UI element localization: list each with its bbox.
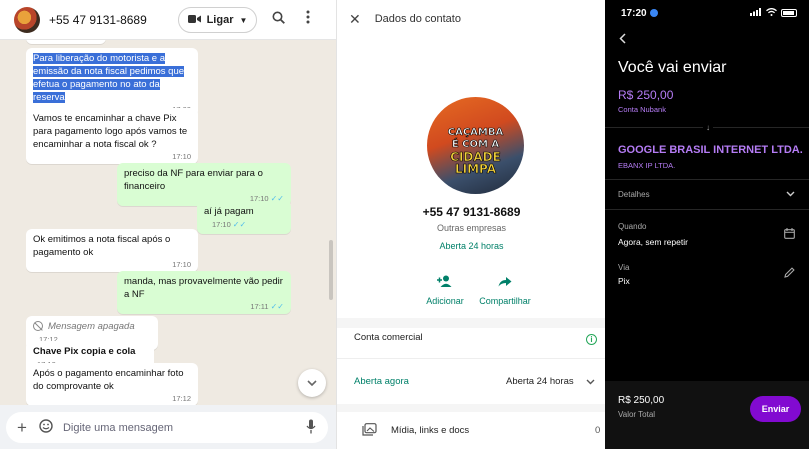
divider: [605, 179, 809, 180]
contact-header: ✕ Dados do contato: [337, 0, 605, 38]
message-bubble[interactable]: preciso da NF para enviar para o finance…: [117, 163, 291, 206]
video-camera-icon: [187, 14, 201, 27]
when-label: Quando: [618, 222, 647, 231]
read-receipt-icon: ✓✓: [270, 302, 284, 311]
row-divider: [337, 358, 605, 359]
total-amount: R$ 250,00: [618, 395, 665, 406]
recipient-name: GOOGLE BRASIL INTERNET LTDA.: [618, 144, 803, 156]
status-bar: 17:20: [621, 8, 658, 19]
calendar-icon[interactable]: [784, 228, 795, 242]
open-now-label: Aberta agora: [354, 376, 409, 387]
edit-pencil-icon[interactable]: [784, 267, 795, 281]
location-icon: [649, 9, 658, 18]
read-receipt-icon: ✓✓: [232, 220, 247, 229]
recipient-institution: EBANX IP LTDA.: [618, 161, 676, 170]
message-text: Vamos te encaminhar a chave Pix para pag…: [33, 113, 188, 150]
share-icon: [470, 274, 540, 290]
screen: +55 47 9131-8689 Ligar ▼ 17:09 Para libe…: [0, 0, 809, 449]
more-options-icon[interactable]: [306, 10, 310, 28]
media-icon: [362, 423, 377, 439]
contact-category: Outras empresas: [436, 223, 507, 233]
search-icon[interactable]: [272, 11, 285, 28]
message-text: Para liberação do motorista e a emissão …: [33, 53, 185, 103]
chat-panel: +55 47 9131-8689 Ligar ▼ 17:09 Para libe…: [0, 0, 336, 449]
scrollbar[interactable]: [329, 240, 333, 300]
message-text: Mensagem apagada: [48, 321, 135, 332]
section-divider: [337, 404, 605, 412]
emoji-icon[interactable]: [39, 419, 53, 436]
call-button[interactable]: Ligar ▼: [178, 7, 257, 33]
message-bubble[interactable]: manda, mas provavelmente vão pedir a NF …: [117, 271, 291, 314]
info-icon[interactable]: i: [586, 334, 597, 345]
message-bubble[interactable]: Após o pagamento encaminhar foto do comp…: [26, 363, 198, 406]
message-time: 17:10: [172, 152, 191, 161]
via-label: Via: [618, 263, 630, 272]
via-value[interactable]: Pix: [618, 276, 630, 286]
message-text: aí já pagam: [204, 206, 254, 217]
message-time: 17:10 ✓✓: [212, 220, 247, 229]
logo-text: LIMPA: [454, 162, 497, 176]
call-label: Ligar: [206, 14, 234, 26]
divider: [605, 209, 809, 210]
chevron-down-icon: [586, 377, 595, 388]
message-time: 17:11 ✓✓: [250, 302, 284, 311]
close-icon[interactable]: ✕: [349, 11, 361, 28]
deleted-icon: [33, 321, 43, 331]
chevron-down-icon[interactable]: [786, 188, 795, 200]
compose-field[interactable]: + Digite uma mensagem: [6, 412, 328, 443]
profile-photo[interactable]: CAÇAMBA É COM A CIDADE LIMPA: [427, 97, 524, 194]
message-text: manda, mas provavelmente vão pedir a NF: [124, 276, 283, 300]
message-bubble[interactable]: Vamos te encaminhar a chave Pix para pag…: [26, 108, 198, 164]
when-value[interactable]: Agora, sem repetir: [618, 237, 688, 247]
battery-icon: [781, 9, 797, 17]
business-account-label: Conta comercial: [354, 332, 423, 343]
message-bubble[interactable]: Ok emitimos a nota fiscal após o pagamen…: [26, 229, 198, 272]
signal-icon: [750, 8, 762, 18]
share-button[interactable]: Compartilhar: [470, 274, 540, 306]
message-input[interactable]: Digite uma mensagem: [63, 422, 306, 434]
message-time: 17:10: [172, 260, 191, 269]
send-button[interactable]: Enviar: [750, 396, 801, 422]
chat-header: +55 47 9131-8689 Ligar ▼: [0, 0, 336, 40]
contact-panel: ✕ Dados do contato CAÇAMBA É COM A CIDAD…: [336, 0, 605, 449]
message-text: Chave Pix copia e cola: [33, 346, 136, 357]
status-time: 17:20: [621, 8, 647, 19]
chat-contact-name[interactable]: +55 47 9131-8689: [49, 13, 147, 27]
transfer-heading: Você vai enviar: [618, 59, 727, 76]
message-text: Após o pagamento encaminhar foto do comp…: [33, 368, 184, 392]
contact-phone: +55 47 9131-8689: [422, 205, 521, 219]
message-text: Ok emitimos a nota fiscal após o pagamen…: [33, 234, 171, 258]
chevron-down-icon: [307, 377, 317, 389]
message-bubble[interactable]: aí já pagam 17:10 ✓✓: [197, 201, 291, 234]
arrow-down-icon: ↓: [703, 123, 713, 132]
message-bubble[interactable]: Para liberação do motorista e a emissão …: [26, 48, 198, 117]
contact-hours: Aberta 24 horas: [439, 241, 504, 251]
media-count: 0: [595, 425, 601, 436]
logo-text: CAÇAMBA: [447, 127, 504, 139]
total-label: Valor Total: [618, 410, 656, 419]
source-account: Conta Nubank: [618, 105, 666, 114]
wifi-icon: [766, 8, 777, 18]
transfer-amount: R$ 250,00: [618, 88, 674, 102]
message-time: 17:12: [172, 394, 191, 403]
open-hours-value: Aberta 24 horas: [506, 376, 574, 387]
message-text: preciso da NF para enviar para o finance…: [124, 168, 263, 192]
section-divider: [337, 318, 605, 328]
share-label: Compartilhar: [479, 296, 531, 306]
chevron-down-icon: ▼: [239, 15, 248, 25]
plus-icon[interactable]: +: [17, 418, 27, 438]
microphone-icon[interactable]: [306, 419, 316, 437]
contact-panel-title: Dados do contato: [374, 13, 461, 25]
media-links-docs-label: Mídia, links e docs: [391, 425, 470, 436]
avatar[interactable]: [14, 6, 40, 33]
status-icons: [750, 8, 797, 18]
nubank-panel: 17:20 Você vai enviar R$ 250,00 Conta Nu…: [605, 0, 809, 449]
scroll-down-button[interactable]: [298, 369, 326, 397]
back-icon[interactable]: [619, 31, 626, 47]
details-toggle[interactable]: Detalhes: [618, 190, 650, 199]
